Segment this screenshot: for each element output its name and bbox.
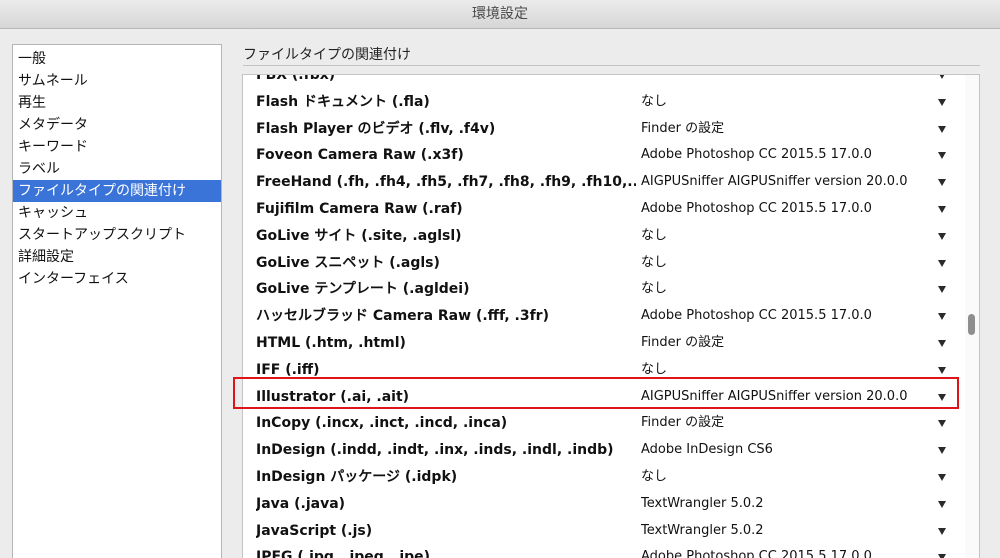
file-type-list: FBX (.fbx) Flash ドキュメント (.fla) なし Flash … — [242, 74, 980, 558]
triangle-down-icon[interactable] — [938, 420, 946, 428]
sidebar-item-advanced[interactable]: 詳細設定 — [13, 246, 221, 268]
triangle-down-icon[interactable] — [938, 205, 946, 213]
file-type-label: FreeHand (.fh, .fh4, .fh5, .fh7, .fh8, .… — [256, 174, 636, 191]
file-type-label: Flash Player のビデオ (.flv, .f4v) — [256, 120, 496, 137]
table-row: Flash ドキュメント (.fla) なし — [243, 89, 961, 116]
preferences-sidebar: 一般 サムネール 再生 メタデータ キーワード ラベル ファイルタイプの関連付け… — [12, 44, 222, 558]
file-type-label: GoLive サイト (.site, .aglsl) — [256, 227, 462, 244]
app-select[interactable]: AIGPUSniffer AIGPUSniffer version 20.0.0 — [641, 384, 907, 411]
table-row: JPEG (.jpg, .jpeg, .jpe) Adobe Photoshop… — [243, 544, 961, 558]
app-select[interactable]: TextWrangler 5.0.2 — [641, 491, 764, 518]
triangle-down-icon[interactable] — [938, 527, 946, 535]
app-select[interactable]: Adobe Photoshop CC 2015.5 17.0.0 — [641, 142, 872, 169]
list-scrollbar[interactable] — [965, 75, 979, 558]
app-select[interactable]: Adobe Photoshop CC 2015.5 17.0.0 — [641, 303, 872, 330]
sidebar-item-interface[interactable]: インターフェイス — [13, 268, 221, 290]
sidebar-item-cache[interactable]: キャッシュ — [13, 202, 221, 224]
sidebar-item-general[interactable]: 一般 — [13, 48, 221, 70]
app-select[interactable]: なし — [641, 276, 667, 303]
app-select[interactable]: Finder の設定 — [641, 410, 724, 437]
triangle-down-icon[interactable] — [938, 313, 946, 321]
app-select[interactable]: Adobe InDesign CS6 — [641, 437, 773, 464]
table-row: IFF (.iff) なし — [243, 357, 961, 384]
app-select[interactable]: Adobe Photoshop CC 2015.5 17.0.0 — [641, 196, 872, 223]
table-row: Foveon Camera Raw (.x3f) Adobe Photoshop… — [243, 142, 961, 169]
triangle-down-icon[interactable] — [938, 393, 946, 401]
triangle-down-icon[interactable] — [938, 259, 946, 267]
app-select[interactable]: Adobe Photoshop CC 2015.5 17.0.0 — [641, 544, 872, 558]
table-row: InDesign パッケージ (.idpk) なし — [243, 464, 961, 491]
file-type-label: IFF (.iff) — [256, 361, 320, 378]
app-select[interactable]: Finder の設定 — [641, 116, 724, 143]
app-select[interactable]: なし — [641, 89, 667, 116]
triangle-down-icon[interactable] — [938, 125, 946, 133]
app-select[interactable]: なし — [641, 250, 667, 277]
file-type-label: Flash ドキュメント (.fla) — [256, 93, 430, 110]
file-type-label: Fujifilm Camera Raw (.raf) — [256, 200, 463, 217]
file-type-label: Java (.java) — [256, 495, 346, 512]
file-type-label: GoLive スニペット (.agls) — [256, 254, 440, 271]
triangle-down-icon[interactable] — [938, 447, 946, 455]
table-row: GoLive サイト (.site, .aglsl) なし — [243, 223, 961, 250]
sidebar-item-playback[interactable]: 再生 — [13, 92, 221, 114]
table-row: ハッセルブラッド Camera Raw (.fff, .3fr) Adobe P… — [243, 303, 961, 330]
file-type-label: Illustrator (.ai, .ait) — [256, 388, 410, 405]
file-type-label: InDesign (.indd, .indt, .inx, .inds, .in… — [256, 442, 614, 459]
table-row: Fujifilm Camera Raw (.raf) Adobe Photosh… — [243, 196, 961, 223]
triangle-down-icon[interactable] — [938, 366, 946, 374]
triangle-down-icon[interactable] — [938, 554, 946, 558]
file-type-label: ハッセルブラッド Camera Raw (.fff, .3fr) — [256, 308, 549, 325]
triangle-down-icon[interactable] — [938, 98, 946, 106]
sidebar-item-metadata[interactable]: メタデータ — [13, 114, 221, 136]
table-row: Java (.java) TextWrangler 5.0.2 — [243, 491, 961, 518]
app-select[interactable]: なし — [641, 357, 667, 384]
scroll-thumb[interactable] — [968, 314, 975, 335]
file-type-label: FBX (.fbx) — [256, 74, 336, 83]
sidebar-item-thumbnails[interactable]: サムネール — [13, 70, 221, 92]
triangle-down-icon[interactable] — [938, 286, 946, 294]
app-select[interactable]: Finder の設定 — [641, 330, 724, 357]
window-titlebar[interactable]: 環境設定 — [0, 0, 1000, 29]
preferences-window: 環境設定 一般 サムネール 再生 メタデータ キーワード ラベル ファイルタイプ… — [0, 0, 1000, 558]
section-divider — [243, 65, 980, 66]
file-type-label: InCopy (.incx, .inct, .incd, .inca) — [256, 415, 508, 432]
triangle-down-icon[interactable] — [938, 500, 946, 508]
sidebar-item-file-type-associations[interactable]: ファイルタイプの関連付け — [13, 180, 221, 202]
app-select[interactable]: AIGPUSniffer AIGPUSniffer version 20.0.0 — [641, 169, 907, 196]
file-type-label: Foveon Camera Raw (.x3f) — [256, 147, 464, 164]
table-row: JavaScript (.js) TextWrangler 5.0.2 — [243, 518, 961, 545]
file-type-label: JavaScript (.js) — [256, 522, 373, 539]
section-title: ファイルタイプの関連付け — [243, 47, 411, 63]
triangle-down-icon[interactable] — [938, 152, 946, 160]
triangle-down-icon[interactable] — [938, 232, 946, 240]
file-type-rows: FBX (.fbx) Flash ドキュメント (.fla) なし Flash … — [243, 74, 961, 558]
triangle-down-icon[interactable] — [938, 473, 946, 481]
table-row: FBX (.fbx) — [243, 74, 961, 89]
triangle-down-icon[interactable] — [938, 179, 946, 187]
file-type-label: HTML (.htm, .html) — [256, 334, 406, 351]
app-select[interactable]: TextWrangler 5.0.2 — [641, 518, 764, 545]
sidebar-item-keywords[interactable]: キーワード — [13, 136, 221, 158]
sidebar-item-labels[interactable]: ラベル — [13, 158, 221, 180]
table-row: InDesign (.indd, .indt, .inx, .inds, .in… — [243, 437, 961, 464]
triangle-down-icon[interactable] — [938, 339, 946, 347]
sidebar-item-startup-scripts[interactable]: スタートアップスクリプト — [13, 224, 221, 246]
table-row: InCopy (.incx, .inct, .incd, .inca) Find… — [243, 410, 961, 437]
table-row: HTML (.htm, .html) Finder の設定 — [243, 330, 961, 357]
triangle-down-icon[interactable] — [938, 75, 946, 79]
app-select[interactable]: なし — [641, 464, 667, 491]
file-type-label: InDesign パッケージ (.idpk) — [256, 468, 458, 485]
table-row: Flash Player のビデオ (.flv, .f4v) Finder の設… — [243, 116, 961, 143]
window-title: 環境設定 — [472, 6, 528, 22]
table-row: FreeHand (.fh, .fh4, .fh5, .fh7, .fh8, .… — [243, 169, 961, 196]
app-select[interactable]: なし — [641, 223, 667, 250]
table-row-illustrator: Illustrator (.ai, .ait) AIGPUSniffer AIG… — [243, 384, 961, 411]
table-row: GoLive スニペット (.agls) なし — [243, 250, 961, 277]
table-row: GoLive テンプレート (.agldei) なし — [243, 276, 961, 303]
file-type-label: GoLive テンプレート (.agldei) — [256, 281, 470, 298]
file-type-label: JPEG (.jpg, .jpeg, .jpe) — [256, 549, 431, 558]
